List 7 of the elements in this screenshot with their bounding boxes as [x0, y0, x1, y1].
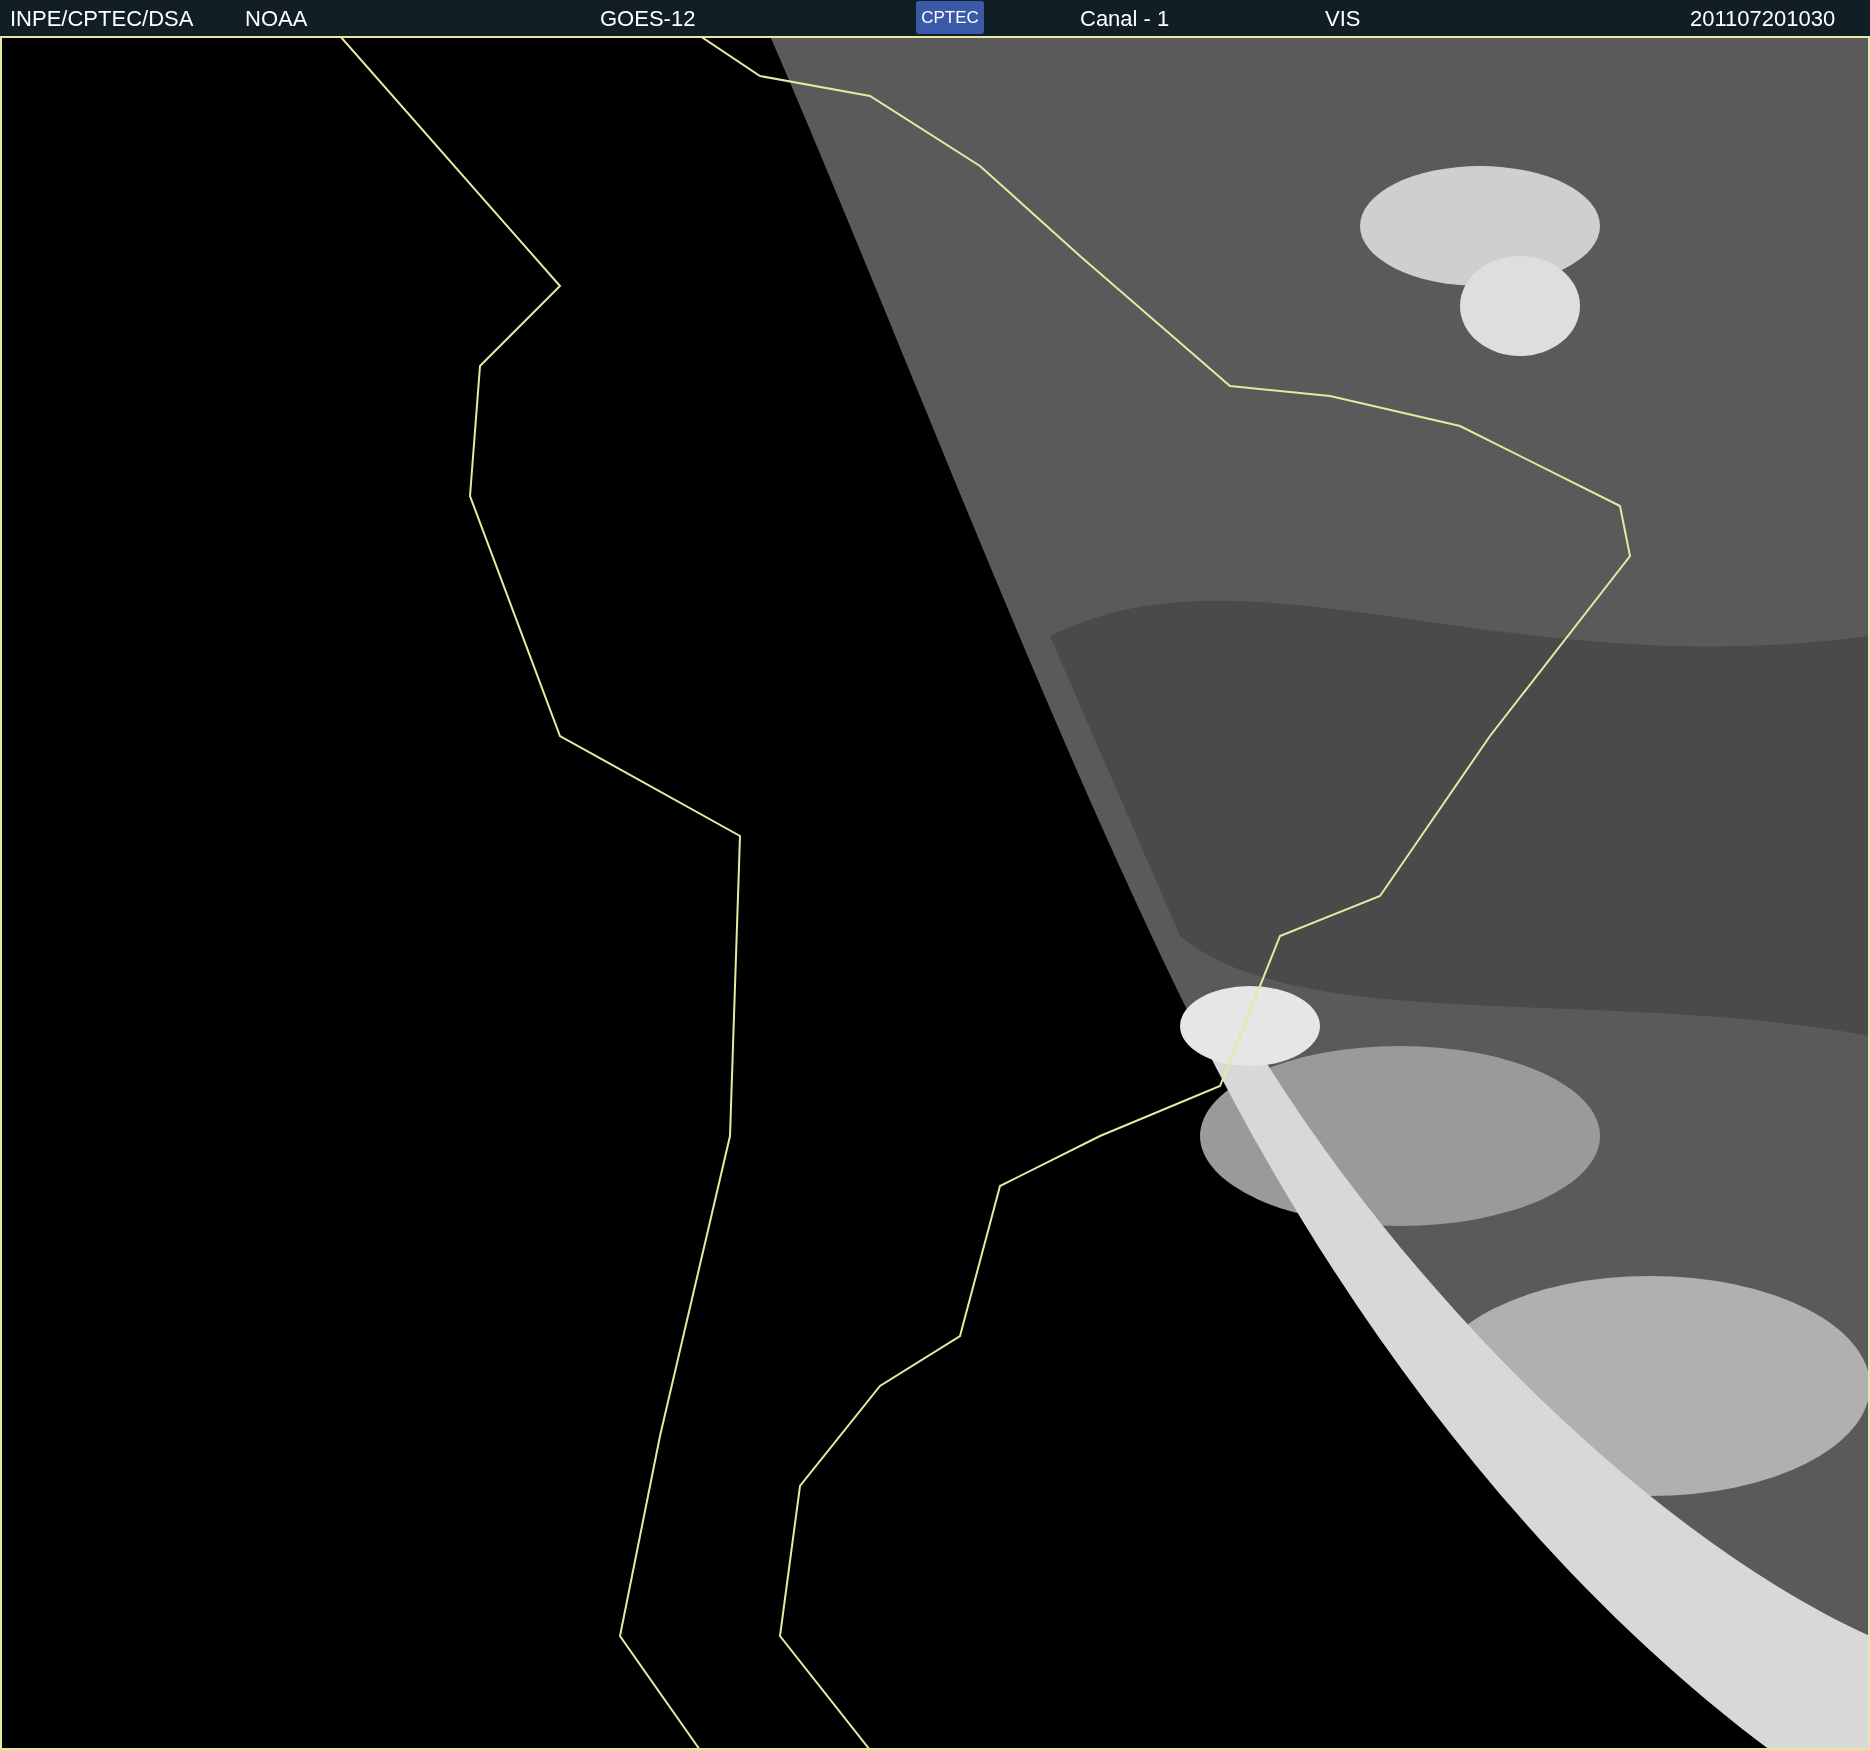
source-label: INPE/CPTEC/DSA: [10, 6, 194, 32]
agency-label: NOAA: [245, 6, 308, 32]
logo: CPTEC: [916, 1, 984, 34]
timestamp-label: 201107201030: [1690, 6, 1836, 32]
band-label: VIS: [1325, 6, 1361, 32]
channel-label: Canal - 1: [1080, 6, 1170, 32]
satellite-label: GOES-12: [600, 6, 696, 32]
